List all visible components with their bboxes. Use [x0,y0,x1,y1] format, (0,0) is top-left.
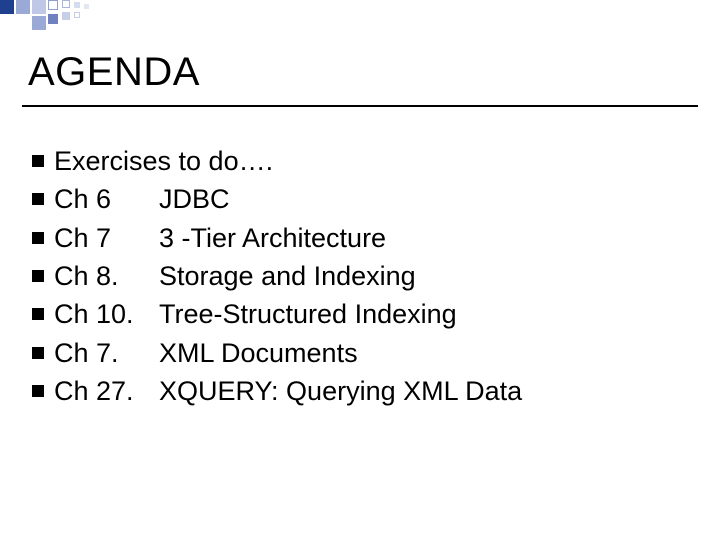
topic-label: Storage and Indexing [159,257,416,295]
chapter-label: Ch 8. [54,257,159,295]
topic-label: 3 -Tier Architecture [159,219,386,257]
chapter-label: Ch 10. [54,295,159,333]
list-item: Ch 10. Tree-Structured Indexing [32,295,522,333]
list-item: Exercises to do…. [32,142,522,180]
list-item-text: Exercises to do…. [54,142,273,180]
list-item: Ch 7 3 -Tier Architecture [32,219,522,257]
square-bullet-icon [32,193,44,205]
list-item: Ch 27. XQUERY: Querying XML Data [32,372,522,410]
square-bullet-icon [32,232,44,244]
chapter-label: Ch 27. [54,372,159,410]
square-bullet-icon [32,155,44,167]
square-bullet-icon [32,385,44,397]
corner-decoration [0,0,120,30]
square-bullet-icon [32,270,44,282]
square-bullet-icon [32,347,44,359]
topic-label: XQUERY: Querying XML Data [159,372,522,410]
chapter-label: Ch 7 [54,219,159,257]
list-item: Ch 8. Storage and Indexing [32,257,522,295]
square-bullet-icon [32,308,44,320]
list-item: Ch 7. XML Documents [32,334,522,372]
list-item: Ch 6 JDBC [32,180,522,218]
topic-label: XML Documents [159,334,358,372]
chapter-label: Ch 6 [54,180,159,218]
topic-label: Tree-Structured Indexing [159,295,457,333]
bullet-list: Exercises to do…. Ch 6 JDBC Ch 7 3 -Tier… [32,142,522,410]
slide-title: AGENDA [28,50,200,95]
chapter-label: Ch 7. [54,334,159,372]
title-underline [22,105,698,107]
topic-label: JDBC [159,180,230,218]
